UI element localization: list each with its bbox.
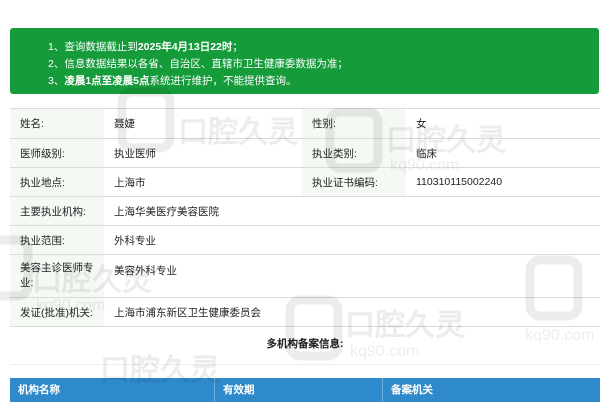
info-row-level: 医师级别: 执业医师 执业类别: 临床: [10, 138, 600, 168]
notice-line-2: 2、信息数据结果以各省、自治区、直辖市卫生健康委数据为准；: [48, 58, 348, 70]
col-header-validity: 有效期: [214, 378, 381, 402]
gender-value: 女: [406, 108, 600, 139]
info-row-cosmetic: 美容主诊医师专业: 美容外科专业: [10, 254, 600, 298]
info-row-scope: 执业范围: 外科专业: [10, 225, 600, 255]
gender-label: 性别:: [302, 108, 406, 139]
notice-line-3: 3、凌晨1点至凌晨5点系统进行维护，不能提供查询。: [48, 75, 297, 87]
notice-line-1: 1、查询数据截止到2025年4月13日22时；: [48, 41, 243, 53]
level-label: 医师级别:: [10, 138, 104, 168]
col-header-authority: 备案机关: [382, 378, 600, 402]
category-value: 临床: [406, 138, 600, 168]
name-value: 聂婕: [104, 108, 302, 139]
info-row-location: 执业地点: 上海市 执业证书编码: 110310115002240: [10, 167, 600, 197]
col-header-institution: 机构名称: [18, 384, 60, 396]
scope-label: 执业范围:: [10, 225, 104, 255]
cert-label: 执业证书编码:: [302, 167, 406, 197]
cosmetic-value: 美容外科专业: [104, 254, 600, 298]
scope-value: 外科专业: [104, 225, 600, 255]
org-value: 上海华美医疗美容医院: [104, 196, 600, 226]
cert-value: 110310115002240: [406, 167, 600, 197]
divider: [10, 364, 600, 365]
info-row-issuer: 发证(批准)机关: 上海市浦东新区卫生健康委员会: [10, 297, 600, 327]
cosmetic-label: 美容主诊医师专业:: [10, 254, 104, 298]
location-label: 执业地点:: [10, 167, 104, 197]
info-row-org: 主要执业机构: 上海华美医疗美容医院: [10, 196, 600, 226]
location-value: 上海市: [104, 167, 302, 197]
name-label: 姓名:: [10, 108, 104, 139]
doctor-info-table: 姓名: 聂婕 性别: 女 医师级别: 执业医师 执业类别: 临床 执业地点: 上…: [10, 108, 600, 327]
category-label: 执业类别:: [302, 138, 406, 168]
org-label: 主要执业机构:: [10, 196, 104, 226]
multi-institution-table-header: 机构名称 有效期 备案机关: [10, 378, 600, 402]
notice-banner: 1、查询数据截止到2025年4月13日22时； 2、信息数据结果以各省、自治区、…: [10, 28, 599, 94]
level-value: 执业医师: [104, 138, 302, 168]
multi-institution-title: 多机构备案信息:: [266, 338, 344, 350]
issuer-label: 发证(批准)机关:: [10, 297, 104, 327]
info-row-name: 姓名: 聂婕 性别: 女: [10, 108, 600, 139]
issuer-value: 上海市浦东新区卫生健康委员会: [104, 297, 600, 327]
